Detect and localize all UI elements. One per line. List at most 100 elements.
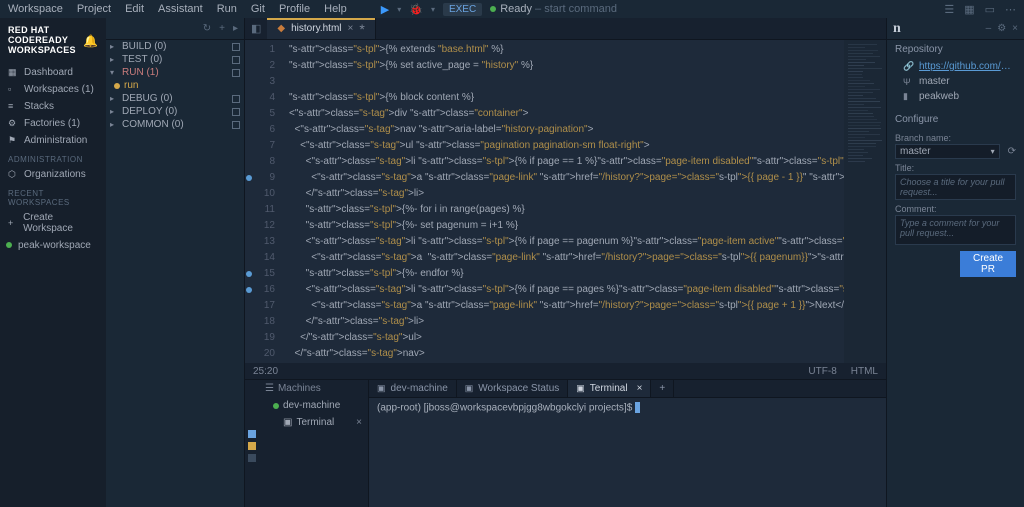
menu-run[interactable]: Run bbox=[217, 3, 237, 15]
terminal-tab[interactable]: ▣Workspace Status bbox=[457, 380, 568, 397]
sidebar-item[interactable]: +Create Workspace bbox=[0, 209, 106, 237]
machines-panel: ☰ Machines dev-machine ▣ Terminal × bbox=[259, 380, 369, 507]
more-icon[interactable]: ⋯ bbox=[1005, 3, 1016, 16]
terminal-add[interactable]: + bbox=[651, 380, 674, 397]
recent-heading: RECENT WORKSPACES bbox=[0, 183, 106, 209]
play-icon[interactable]: ▶ bbox=[381, 3, 389, 16]
sidebar-item[interactable]: ≡Stacks bbox=[0, 98, 106, 115]
terminal-prompt: (app-root) [jboss@workspacevbpjgg8wbgokc… bbox=[377, 403, 635, 414]
tab-history-html[interactable]: ◆ history.html × * bbox=[267, 18, 375, 39]
explorer-toolbar: ↻ + ▸ bbox=[106, 18, 244, 40]
terminal-cursor bbox=[635, 402, 640, 413]
language-mode[interactable]: HTML bbox=[851, 366, 878, 377]
code-content[interactable]: "s-attr">class="s-tpl">{% extends "base.… bbox=[281, 40, 844, 363]
sidebar-item[interactable]: ⬡Organizations bbox=[0, 166, 106, 183]
sidebar-item[interactable]: ▦Dashboard bbox=[0, 64, 106, 81]
sidebar-item[interactable]: ⚑Administration bbox=[0, 132, 106, 149]
git-brand-icon: n bbox=[893, 21, 901, 37]
terminal-tabs: ▣dev-machine▣Workspace Status▣Terminal×+ bbox=[369, 380, 886, 398]
minimize-icon[interactable]: – bbox=[986, 23, 992, 34]
tab-label: history.html bbox=[291, 23, 341, 34]
gutter-icon[interactable] bbox=[248, 430, 256, 438]
line-numbers: 1234567891011121314151617181920212223242… bbox=[253, 40, 281, 363]
encoding: UTF-8 bbox=[808, 366, 836, 377]
repo-url-row[interactable]: 🔗https://github.com/peak-oss/peakw... bbox=[887, 59, 1024, 74]
menu-help[interactable]: Help bbox=[324, 3, 347, 15]
branch-row[interactable]: Ψmaster bbox=[887, 74, 1024, 89]
pr-comment-input[interactable]: Type a comment for your pull request... bbox=[895, 215, 1016, 245]
menu-profile[interactable]: Profile bbox=[279, 3, 310, 15]
repo-name-row[interactable]: ▮peakweb bbox=[887, 89, 1024, 104]
file-icon: ◆ bbox=[277, 23, 285, 34]
gear-icon[interactable]: ⚙ bbox=[997, 23, 1006, 34]
tree-item[interactable]: ▸DEPLOY (0) bbox=[106, 105, 244, 118]
terminal-tab[interactable]: ▣dev-machine bbox=[369, 380, 457, 397]
exec-badge[interactable]: EXEC bbox=[443, 3, 482, 16]
terminal-body[interactable]: (app-root) [jboss@workspacevbpjgg8wbgokc… bbox=[369, 398, 886, 507]
run-controls: ▶ ▾ 🐞 ▾ EXEC Ready – start command bbox=[381, 3, 617, 16]
tab-close-icon[interactable]: × bbox=[348, 23, 354, 34]
tree-item[interactable]: ▸DEBUG (0) bbox=[106, 92, 244, 105]
tree-item[interactable]: ▸BUILD (0) bbox=[106, 40, 244, 53]
debug-chevron-icon[interactable]: ▾ bbox=[431, 5, 435, 14]
bookmark-icon: ▮ bbox=[903, 91, 913, 102]
tree-item[interactable]: run bbox=[106, 79, 244, 92]
tab-dirty-indicator: * bbox=[359, 22, 364, 36]
tree-item[interactable]: ▸COMMON (0) bbox=[106, 118, 244, 131]
pr-title-input[interactable]: Choose a title for your pull request... bbox=[895, 174, 1016, 200]
panel-gutter bbox=[245, 380, 259, 507]
comment-label: Comment: bbox=[887, 200, 1024, 215]
add-icon[interactable]: + bbox=[219, 23, 225, 34]
menubar: Workspace Project Edit Assistant Run Git… bbox=[0, 0, 1024, 18]
play-chevron-icon[interactable]: ▾ bbox=[397, 5, 401, 14]
terminal-item[interactable]: ▣ Terminal × bbox=[259, 414, 368, 431]
create-pr-button[interactable]: Create PR bbox=[960, 251, 1016, 277]
arrow-icon[interactable]: ▸ bbox=[233, 23, 238, 34]
gutter-icon[interactable] bbox=[248, 442, 256, 450]
list-icon[interactable]: ☰ bbox=[944, 3, 954, 16]
panel-icon[interactable]: ▭ bbox=[985, 3, 995, 16]
code-editor[interactable]: 1234567891011121314151617181920212223242… bbox=[245, 40, 886, 363]
left-sidebar: RED HAT CODEREADY WORKSPACES 🔔 ▦Dashboar… bbox=[0, 18, 106, 507]
topbar-right-icons: ☰ ▦ ▭ ⋯ bbox=[944, 3, 1016, 16]
machine-item[interactable]: dev-machine bbox=[259, 397, 368, 414]
terminal-tab[interactable]: ▣Terminal× bbox=[568, 380, 651, 397]
menu-git[interactable]: Git bbox=[251, 3, 265, 15]
tab-left-icon[interactable]: ◧ bbox=[245, 18, 267, 39]
brand: RED HAT CODEREADY WORKSPACES 🔔 bbox=[0, 22, 106, 64]
brand-text: RED HAT CODEREADY WORKSPACES bbox=[8, 26, 76, 56]
sidebar-item[interactable]: ⚙Factories (1) bbox=[0, 115, 106, 132]
tree-item[interactable]: ▾RUN (1) bbox=[106, 66, 244, 79]
git-panel-header: n – ⚙ × bbox=[887, 18, 1024, 40]
tree-item[interactable]: ▸TEST (0) bbox=[106, 53, 244, 66]
menu-project[interactable]: Project bbox=[77, 3, 111, 15]
grid-icon[interactable]: ▦ bbox=[964, 3, 974, 16]
menu-assistant[interactable]: Assistant bbox=[158, 3, 203, 15]
repository-heading: Repository bbox=[887, 40, 1024, 59]
sidebar-item[interactable]: peak-workspace bbox=[0, 237, 106, 254]
cursor-position: 25:20 bbox=[253, 366, 278, 377]
bottom-panel: ☰ Machines dev-machine ▣ Terminal × ▣dev… bbox=[245, 379, 886, 507]
editor-area: ◧ ◆ history.html × * 1234567891011121314… bbox=[245, 18, 886, 507]
close-panel-icon[interactable]: × bbox=[1012, 23, 1018, 34]
bell-icon[interactable]: 🔔 bbox=[83, 34, 98, 48]
configure-heading: Configure bbox=[887, 110, 1024, 129]
minimap[interactable] bbox=[844, 40, 886, 363]
title-label: Title: bbox=[887, 159, 1024, 174]
link-icon: 🔗 bbox=[903, 61, 913, 72]
menu-workspace[interactable]: Workspace bbox=[8, 3, 63, 15]
branch-select[interactable]: master▾ bbox=[895, 144, 1000, 159]
chevron-down-icon: ▾ bbox=[991, 147, 995, 156]
sidebar-item[interactable]: ▫Workspaces (1) bbox=[0, 81, 106, 98]
debug-icon[interactable]: 🐞 bbox=[409, 3, 423, 16]
gutter-icon[interactable] bbox=[248, 454, 256, 462]
refresh-icon[interactable]: ⟳ bbox=[1008, 146, 1016, 157]
ready-status: Ready – start command bbox=[490, 3, 617, 15]
branch-icon: Ψ bbox=[903, 77, 913, 87]
editor-tabbar: ◧ ◆ history.html × * bbox=[245, 18, 886, 40]
reload-icon[interactable]: ↻ bbox=[203, 23, 211, 34]
branch-name-label: Branch name: bbox=[887, 129, 1024, 144]
machines-header: ☰ Machines bbox=[259, 380, 368, 397]
menu-edit[interactable]: Edit bbox=[125, 3, 144, 15]
command-explorer: ↻ + ▸ ▸BUILD (0)▸TEST (0)▾RUN (1)run▸DEB… bbox=[106, 18, 245, 507]
